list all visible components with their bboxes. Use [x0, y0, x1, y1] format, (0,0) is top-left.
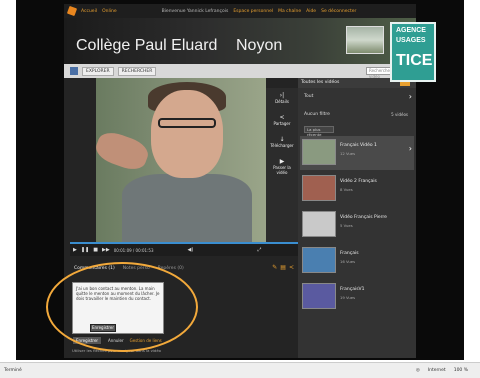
- play-icon: ▶: [279, 158, 285, 165]
- video-thumbnail: [302, 247, 336, 273]
- school-title: Collège Paul Eluard: [76, 37, 218, 54]
- video-thumbnail: [302, 211, 336, 237]
- help-link[interactable]: Aide: [306, 9, 316, 14]
- playlist-item[interactable]: FrançaisV1 19 Vues: [300, 280, 414, 314]
- channels-link[interactable]: Ma chaîne: [278, 9, 301, 14]
- tool-download[interactable]: ↓ Télécharger: [270, 136, 294, 152]
- pause-icon[interactable]: ❚❚: [81, 247, 89, 253]
- nav-search-tab[interactable]: RECHERCHER: [117, 66, 157, 76]
- status-text: Terminé: [4, 368, 22, 373]
- status-right: ◎ Internet 100 %: [416, 368, 468, 373]
- cancel-button[interactable]: Annuler: [108, 338, 124, 343]
- playlist-header-label: Toutes les vidéos: [301, 80, 340, 85]
- player-controls: ▶ ❚❚ ■ ▶▶ 00:01:09 / 00:01:53 ◀) ⤢: [70, 244, 298, 256]
- tool-label: Détails: [275, 99, 289, 104]
- playlist-item-views: 5 Vues: [340, 223, 353, 228]
- next-icon[interactable]: ▶▶: [102, 247, 110, 253]
- edit-icon[interactable]: ✎: [272, 264, 277, 271]
- welcome-text: Bienvenue Yannick Lefrançois: [161, 8, 229, 14]
- tab-marks[interactable]: Repères (0): [158, 266, 184, 271]
- status-bar: Terminé ◎ Internet 100 %: [0, 362, 480, 378]
- zone-text: Internet: [427, 368, 446, 373]
- comment-actions: Enregistrer Annuler Gestion de liens: [72, 336, 162, 345]
- home-icon[interactable]: [70, 67, 78, 75]
- playlist-item[interactable]: Français 16 Vues: [300, 244, 414, 278]
- playlist-item[interactable]: Vidéo 2 Français 8 Vues: [300, 172, 414, 206]
- agence-usages-tice-logo: AGENCE USAGES TICE: [390, 22, 436, 82]
- browser-window: Accueil Online Bienvenue Yannick Lefranç…: [0, 0, 480, 378]
- video-body: [122, 174, 252, 242]
- tool-share[interactable]: < Partager: [270, 114, 294, 130]
- chevron-right-icon[interactable]: ›: [409, 92, 412, 101]
- top-bar: Accueil Online Bienvenue Yannick Lefranç…: [64, 4, 416, 18]
- download-icon: ↓: [279, 136, 285, 143]
- logout-link[interactable]: Se déconnecter: [321, 9, 356, 14]
- logo-line-3: TICE: [396, 52, 433, 69]
- playlist-item-title: FrançaisV1: [340, 287, 365, 292]
- playlist-item-title: Français: [340, 251, 359, 256]
- video-glasses: [158, 118, 216, 128]
- comment-save-button[interactable]: Enregistrer: [90, 324, 116, 332]
- video-thumbnail: [302, 283, 336, 309]
- video-side-tools: ›| Détails < Partager ↓ Télécharger ▶ Pa…: [266, 88, 298, 242]
- globe-icon: ◎: [415, 368, 420, 373]
- sort-select[interactable]: La plus récente: [304, 126, 334, 137]
- save-button[interactable]: Enregistrer: [72, 336, 103, 345]
- accueil-link[interactable]: Accueil: [81, 9, 97, 14]
- site-header: Collège Paul Eluard Noyon: [64, 18, 416, 64]
- comment-tabs: Commentaires (1) Notes perso Repères (0)…: [70, 262, 298, 274]
- tab-comments[interactable]: Commentaires (1): [74, 266, 115, 271]
- school-city: Noyon: [236, 37, 283, 54]
- playlist-item-title: Français Vidéo 1: [340, 143, 377, 148]
- comment-textarea[interactable]: J'ai un bon contact au menton. La main q…: [72, 282, 164, 334]
- time-display: 00:01:09 / 00:01:53: [113, 247, 154, 253]
- fullscreen-icon[interactable]: ⤢: [257, 247, 261, 253]
- volume-icon[interactable]: ◀): [188, 247, 194, 253]
- video-player[interactable]: [96, 78, 266, 242]
- video-face: [151, 90, 223, 178]
- playlist-item-views: 8 Vues: [340, 187, 353, 192]
- playlist-count: 5 vidéos: [391, 112, 408, 117]
- play-icon[interactable]: ▶: [73, 247, 77, 253]
- print-icon[interactable]: ▤: [280, 264, 286, 271]
- playlist-item[interactable]: Français Vidéo 1 12 Vues ›: [300, 136, 414, 170]
- playlist-panel: Toutes les vidéos Tout › Aucun filtre 5 …: [298, 78, 416, 358]
- tab-notes[interactable]: Notes perso: [123, 266, 150, 271]
- playlist-subsection: Aucun filtre: [304, 112, 330, 117]
- share-icon: <: [279, 114, 285, 121]
- playlist-item-title: Vidéo Français Pierre: [340, 215, 387, 220]
- video-thumbnail: [302, 175, 336, 201]
- site-logo-icon[interactable]: [66, 5, 78, 17]
- options-link[interactable]: Gestion de liens: [130, 338, 162, 343]
- tool-label: Télécharger: [270, 143, 294, 148]
- tool-label: Passer la vidéo: [273, 165, 291, 175]
- playlist-item[interactable]: Vidéo Français Pierre 5 Vues: [300, 208, 414, 242]
- details-icon: ›|: [279, 92, 285, 99]
- tool-details[interactable]: ›| Détails: [270, 92, 294, 108]
- nav-explorer[interactable]: EXPLORER: [82, 66, 114, 76]
- logo-line-2: USAGES: [396, 37, 426, 44]
- nav-bar: EXPLORER RECHERCHER Rechercher une vidéo: [64, 64, 416, 79]
- zoom-level[interactable]: 100 %: [454, 368, 468, 373]
- tool-label: Partager: [273, 121, 291, 126]
- online-link[interactable]: Online: [102, 9, 117, 14]
- playlist-item-title: Vidéo 2 Français: [340, 179, 377, 184]
- chevron-right-icon[interactable]: ›: [409, 144, 412, 153]
- share-icon[interactable]: <: [289, 264, 294, 271]
- playlist-item-views: 12 Vues: [340, 151, 356, 156]
- video-thumbnail: [302, 139, 336, 165]
- my-space-link[interactable]: Espace personnel: [233, 9, 273, 14]
- playlist-section[interactable]: Tout: [304, 94, 313, 99]
- header-photo: [346, 26, 384, 54]
- tool-skip[interactable]: ▶ Passer la vidéo: [270, 158, 294, 175]
- logo-line-1: AGENCE: [396, 27, 426, 34]
- stop-icon[interactable]: ■: [93, 247, 98, 253]
- playlist-item-views: 16 Vues: [340, 259, 356, 264]
- navigation-hint: Utiliser les flèches pour naviguer dans …: [72, 348, 161, 353]
- playlist-item-views: 19 Vues: [340, 295, 356, 300]
- tab-icons: ✎ ▤ <: [272, 264, 294, 271]
